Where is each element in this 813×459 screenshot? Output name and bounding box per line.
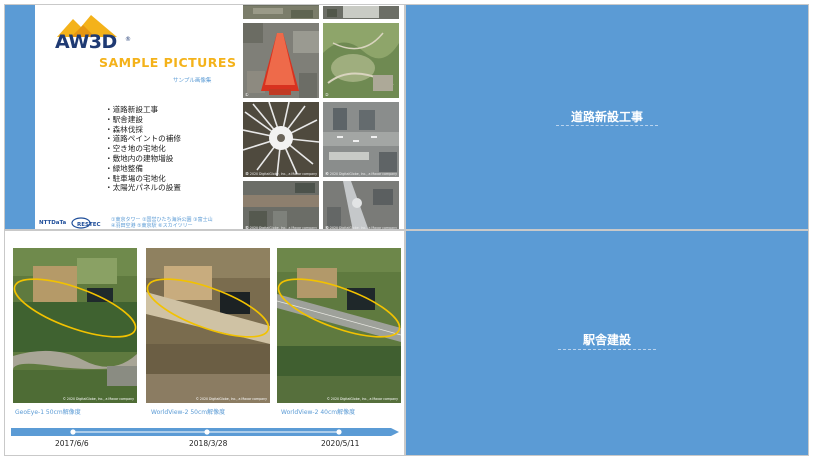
list-item: ・駅舎建設	[105, 114, 143, 124]
sample-photo-grid: ① ② ③ © 2020 DigitalGlobe, Inc., a Maxar…	[243, 5, 403, 229]
timeline-date: 2018/3/28	[189, 439, 228, 448]
photo-strip	[243, 5, 319, 19]
timeline-date: 2017/6/6	[55, 439, 89, 448]
restec-logo-text: RESTEC	[77, 222, 101, 228]
slide-thumbnail-4[interactable]: 駅舎建設	[405, 230, 809, 456]
list-item: ・敷地内の建物増設	[105, 153, 174, 163]
list-item: ・太陽光パネルの設置	[105, 183, 181, 193]
image-caption: WorldView-2 50cm解像度	[151, 409, 226, 416]
image-copyright: © 2020 DigitalGlobe, Inc., a Maxar compa…	[62, 397, 134, 401]
logo-registered-mark: ®	[125, 36, 131, 43]
photo-tokyo-station: ⑤ © 2020 DigitalGlobe, Inc., a Maxar com…	[243, 181, 319, 229]
timeline-date: 2020/5/11	[321, 439, 360, 448]
slide-title: SAMPLE PICTURES	[99, 55, 237, 70]
slide-sorter-grid: AW3D ® SAMPLE PICTURES サンプル画像集 ・道路新設工事 ・…	[0, 0, 813, 459]
list-item: ・森林伐採	[105, 124, 143, 134]
list-item: ・道路ペイントの補修	[105, 134, 181, 144]
slide-thumbnail-1[interactable]: AW3D ® SAMPLE PICTURES サンプル画像集 ・道路新設工事 ・…	[4, 4, 405, 230]
photo-hitachi-park: ②	[323, 23, 399, 98]
timeline-point	[70, 429, 76, 435]
slide-subtitle: サンプル画像集	[173, 78, 212, 84]
image-copyright: © 2020 DigitalGlobe, Inc., a Maxar compa…	[326, 397, 398, 401]
photo-copyright: © 2020 DigitalGlobe, Inc., a Maxar compa…	[245, 172, 317, 176]
photo-strip	[323, 5, 399, 19]
section-title: 道路新設工事	[570, 110, 643, 124]
timeline-point	[204, 429, 210, 435]
list-item: ・空き地の宅地化	[105, 144, 166, 154]
topic-list: ・道路新設工事 ・駅舎建設 ・森林伐採 ・道路ペイントの補修 ・空き地の宅地化 …	[105, 105, 181, 193]
photo-captions: ①東京タワー ②国営ひたち海浜公園 ③富士山 ④羽田空港 ⑤東京駅 ⑥スカイツリ…	[111, 217, 213, 229]
restec-logo: RESTEC	[71, 214, 105, 229]
caption-line: ④羽田空港 ⑤東京駅 ⑥スカイツリー	[111, 223, 193, 229]
photo-label: ①	[245, 92, 249, 97]
list-item: ・道路新設工事	[105, 105, 159, 114]
timeline-arrow	[11, 428, 399, 436]
restec-logo-icon: RESTEC	[71, 217, 101, 229]
satellite-image-2020: © 2020 DigitalGlobe, Inc., a Maxar compa…	[277, 248, 401, 403]
image-caption: GeoEye-1 50cm解像度	[15, 409, 81, 416]
satellite-image-2018: © 2020 DigitalGlobe, Inc., a Maxar compa…	[146, 248, 270, 403]
list-item: ・駐車場の宅地化	[105, 173, 166, 183]
slide-side-band	[5, 5, 35, 229]
image-copyright: © 2020 DigitalGlobe, Inc., a Maxar compa…	[195, 397, 267, 401]
nttdata-logo: NTTDaTa	[39, 220, 67, 226]
title-underline	[556, 125, 658, 126]
list-item: ・緑地整備	[105, 163, 143, 173]
section-title: 駅舎建設	[582, 333, 631, 347]
photo-skytree: ⑥ © 2020 DigitalGlobe, Inc., a Maxar com…	[323, 181, 399, 229]
satellite-image-2017: © 2020 DigitalGlobe, Inc., a Maxar compa…	[13, 248, 137, 403]
photo-tokyo-tower: ①	[243, 23, 319, 98]
title-underline	[558, 349, 656, 350]
photo-haneda-airport: ④ © 2020 DigitalGlobe, Inc., a Maxar com…	[323, 102, 399, 177]
photo-label: ②	[325, 92, 329, 97]
image-caption: WorldView-2 40cm解像度	[281, 409, 356, 416]
slide-thumbnail-2[interactable]: 道路新設工事	[405, 4, 809, 230]
aw3d-logo: AW3D ®	[49, 15, 139, 53]
slide-thumbnail-3[interactable]: © 2020 DigitalGlobe, Inc., a Maxar compa…	[4, 230, 405, 456]
photo-mt-fuji: ③ © 2020 DigitalGlobe, Inc., a Maxar com…	[243, 102, 319, 177]
logo-text: AW3D	[55, 31, 117, 53]
timeline-point	[336, 429, 342, 435]
photo-copyright: © 2020 DigitalGlobe, Inc., a Maxar compa…	[325, 172, 397, 176]
